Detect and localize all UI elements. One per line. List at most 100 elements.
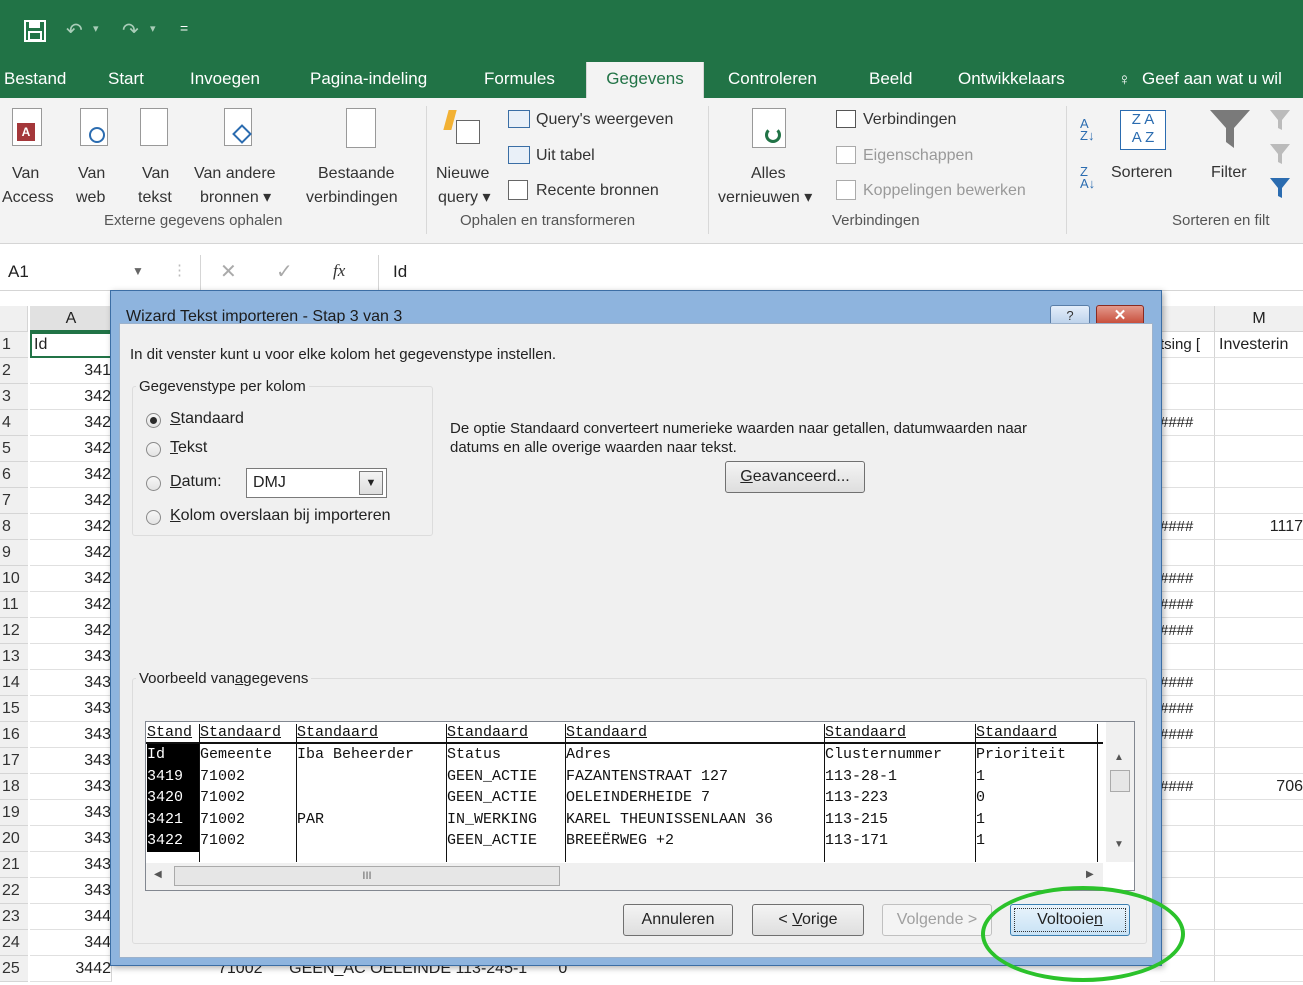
cell-a12[interactable]: 342 bbox=[30, 618, 112, 644]
cell-a3[interactable]: 342 bbox=[30, 384, 112, 410]
cancel-icon[interactable]: ✕ bbox=[220, 259, 237, 284]
preview-type-header[interactable]: Standaard bbox=[566, 722, 825, 744]
cell-a20[interactable]: 343 bbox=[30, 826, 112, 852]
row-header-21[interactable]: 21 bbox=[0, 852, 28, 878]
back-button[interactable]: < Vorige bbox=[752, 904, 864, 936]
vscroll-thumb[interactable] bbox=[1110, 770, 1130, 792]
cell-a18[interactable]: 343 bbox=[30, 774, 112, 800]
row-header-5[interactable]: 5 bbox=[0, 436, 28, 462]
cell-m8[interactable]: 1117 bbox=[1215, 514, 1303, 540]
cell-m13[interactable] bbox=[1215, 644, 1303, 670]
sort-az-icon[interactable]: A Z↓ bbox=[1080, 117, 1094, 142]
sort-button[interactable]: Sorteren bbox=[1111, 161, 1172, 185]
row-header-17[interactable]: 17 bbox=[0, 748, 28, 774]
date-format-select[interactable]: DMJ ▼ bbox=[246, 468, 387, 498]
from-access-label-2[interactable]: Access bbox=[2, 186, 54, 210]
cell-m19[interactable] bbox=[1215, 800, 1303, 826]
preview-type-header[interactable]: Standaard bbox=[447, 722, 566, 744]
cell-a17[interactable]: 343 bbox=[30, 748, 112, 774]
tab-ontwikkelaars[interactable]: Ontwikkelaars bbox=[958, 62, 1065, 98]
cell-m15[interactable] bbox=[1215, 696, 1303, 722]
cell-m12[interactable] bbox=[1215, 618, 1303, 644]
formula-input[interactable]: Id bbox=[393, 262, 407, 282]
cell-a16[interactable]: 343 bbox=[30, 722, 112, 748]
cell-m23[interactable] bbox=[1215, 904, 1303, 930]
edit-links-button[interactable]: Koppelingen bewerken bbox=[863, 179, 1026, 203]
tab-start[interactable]: Start bbox=[108, 62, 144, 98]
row-header-11[interactable]: 11 bbox=[0, 592, 28, 618]
cell-l14[interactable]: #### bbox=[1160, 670, 1215, 696]
cell-l15[interactable]: #### bbox=[1160, 696, 1215, 722]
tab-beeld[interactable]: Beeld bbox=[869, 62, 912, 98]
filter-options-icons[interactable] bbox=[1268, 108, 1298, 208]
cell-a8[interactable]: 342 bbox=[30, 514, 112, 540]
scroll-up-icon[interactable]: ▲ bbox=[1114, 752, 1124, 763]
cell-l17[interactable] bbox=[1160, 748, 1215, 774]
recent-sources-button[interactable]: Recente bronnen bbox=[536, 179, 659, 203]
cell-l2[interactable] bbox=[1160, 358, 1215, 384]
radio-overslaan[interactable] bbox=[146, 510, 161, 525]
radio-standaard[interactable] bbox=[146, 413, 161, 428]
existing-connections-label-2[interactable]: verbindingen bbox=[306, 186, 398, 210]
undo-dropdown-icon[interactable]: ▾ bbox=[93, 22, 99, 35]
refresh-all-label-2[interactable]: vernieuwen ▾ bbox=[718, 186, 812, 210]
preview-type-header[interactable]: Standaard bbox=[976, 722, 1098, 744]
row-header-22[interactable]: 22 bbox=[0, 878, 28, 904]
tab-invoegen[interactable]: Invoegen bbox=[190, 62, 260, 98]
preview-column-separator[interactable] bbox=[824, 724, 825, 862]
save-icon[interactable] bbox=[24, 20, 46, 42]
preview-column-separator[interactable] bbox=[975, 724, 976, 862]
customize-qat-icon[interactable]: = bbox=[180, 20, 188, 36]
cell-a9[interactable]: 342 bbox=[30, 540, 112, 566]
tab-formules[interactable]: Formules bbox=[484, 62, 555, 98]
name-box[interactable]: A1 bbox=[8, 262, 29, 282]
row-header-13[interactable]: 13 bbox=[0, 644, 28, 670]
cell-m2[interactable] bbox=[1215, 358, 1303, 384]
cell-m16[interactable] bbox=[1215, 722, 1303, 748]
row-header-15[interactable]: 15 bbox=[0, 696, 28, 722]
cell-l20[interactable] bbox=[1160, 826, 1215, 852]
cell-l6[interactable] bbox=[1160, 462, 1215, 488]
cell-l19[interactable] bbox=[1160, 800, 1215, 826]
row-header-18[interactable]: 18 bbox=[0, 774, 28, 800]
cell-m24[interactable] bbox=[1215, 930, 1303, 956]
new-query-label-1[interactable]: Nieuwe bbox=[436, 162, 489, 186]
cell-a23[interactable]: 344 bbox=[30, 904, 112, 930]
cell-m4[interactable] bbox=[1215, 410, 1303, 436]
cell-m9[interactable] bbox=[1215, 540, 1303, 566]
row-header-6[interactable]: 6 bbox=[0, 462, 28, 488]
tab-controleren[interactable]: Controleren bbox=[728, 62, 817, 98]
advanced-button[interactable]: Geavanceerd... bbox=[725, 461, 865, 493]
row-header-25[interactable]: 25 bbox=[0, 956, 28, 982]
row-header-19[interactable]: 19 bbox=[0, 800, 28, 826]
preview-column-separator[interactable] bbox=[296, 724, 297, 862]
dropdown-arrow-icon[interactable]: ▼ bbox=[359, 471, 383, 495]
preview-type-header[interactable]: Standaard bbox=[200, 722, 297, 744]
redo-dropdown-icon[interactable]: ▾ bbox=[150, 22, 156, 35]
cancel-button[interactable]: Annuleren bbox=[623, 904, 733, 936]
preview-column-separator[interactable] bbox=[446, 724, 447, 862]
from-table-button[interactable]: Uit tabel bbox=[536, 144, 595, 168]
next-button[interactable]: Volgende > bbox=[882, 904, 992, 936]
preview-vscrollbar[interactable]: ▲ ▼ bbox=[1106, 722, 1134, 862]
row-header-12[interactable]: 12 bbox=[0, 618, 28, 644]
hscroll-thumb[interactable]: III bbox=[174, 866, 560, 886]
cell-m3[interactable] bbox=[1215, 384, 1303, 410]
cell-m20[interactable] bbox=[1215, 826, 1303, 852]
cell-m7[interactable] bbox=[1215, 488, 1303, 514]
radio-datum[interactable] bbox=[146, 476, 161, 491]
cell-l13[interactable] bbox=[1160, 644, 1215, 670]
tab-gegevens[interactable]: Gegevens bbox=[586, 62, 704, 98]
row-header-16[interactable]: 16 bbox=[0, 722, 28, 748]
row-header-24[interactable]: 24 bbox=[0, 930, 28, 956]
cell-m10[interactable] bbox=[1215, 566, 1303, 592]
other-sources-label-1[interactable]: Van andere bbox=[194, 162, 276, 186]
cell-a15[interactable]: 343 bbox=[30, 696, 112, 722]
cell-m11[interactable] bbox=[1215, 592, 1303, 618]
cell-m25[interactable] bbox=[1215, 956, 1303, 982]
tell-me-search[interactable]: Geef aan wat u wil bbox=[1142, 62, 1282, 98]
cell-l5[interactable] bbox=[1160, 436, 1215, 462]
redo-icon[interactable]: ↷ bbox=[122, 18, 139, 43]
cell-a25[interactable]: 3442 bbox=[30, 956, 112, 982]
cell-a7[interactable]: 342 bbox=[30, 488, 112, 514]
